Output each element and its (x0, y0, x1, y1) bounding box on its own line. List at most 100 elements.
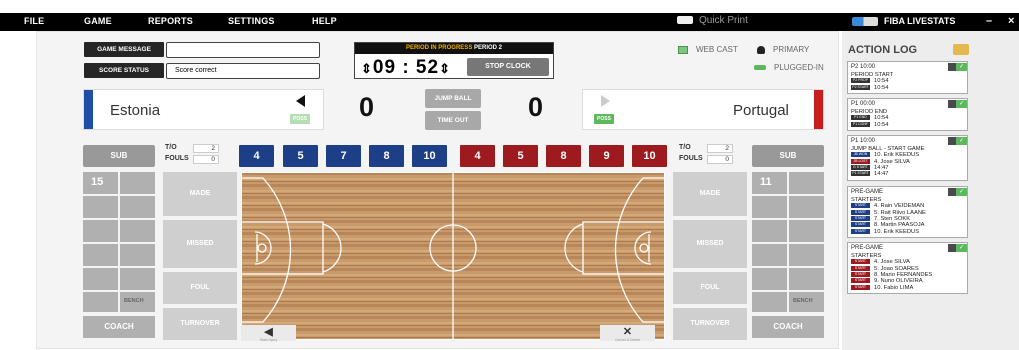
home-foul-button[interactable]: FOUL (163, 272, 237, 304)
away-sub-button[interactable]: SUB (752, 145, 824, 167)
jump-ball-button[interactable]: JUMP BALL (425, 89, 481, 108)
menu-help[interactable]: HELP (312, 16, 337, 26)
log-line-text: 10:54 (874, 78, 889, 85)
bench-slot[interactable] (83, 268, 118, 290)
away-missed-button[interactable]: MISSED (673, 220, 747, 268)
quick-print-label: Quick Print (699, 15, 748, 26)
away-fouls-value[interactable]: 0 (707, 155, 733, 164)
log-card[interactable]: PRE-GAME ✓ STARTERS START 4. Rain VEIDEMAN ST… (847, 186, 968, 238)
home-possession-arrow-icon[interactable] (296, 95, 305, 107)
away-coach-button[interactable]: COACH (752, 316, 824, 338)
bench-slot[interactable] (83, 196, 118, 218)
log-line-text: 14:47 (874, 171, 889, 178)
log-line-text: 10:54 (874, 84, 889, 91)
bench-slot[interactable] (120, 172, 155, 194)
close-button[interactable]: × (1008, 15, 1014, 27)
menu-game[interactable]: GAME (84, 16, 112, 26)
log-line-text: PERIOD START (851, 72, 894, 78)
log-line: P1 CONF 10:54 (851, 121, 889, 129)
away-to-value[interactable]: 2 (707, 144, 733, 153)
log-toggle-button[interactable] (953, 44, 969, 55)
log-card[interactable]: P1 10:00 ✓ JUMP BALL - START GAME JB WON 10.… (847, 135, 968, 181)
log-line-text: 14:47 (874, 164, 889, 171)
period-bar: PERIOD IN PROGRESS PERIOD 2 (355, 43, 553, 54)
log-tag: G START (851, 164, 870, 170)
log-tag: START (851, 215, 870, 221)
bench-slot[interactable] (789, 244, 824, 266)
away-made-button[interactable]: MADE (673, 172, 747, 216)
away-player-button[interactable]: 9 (589, 145, 624, 167)
home-player-button[interactable]: 7 (326, 145, 361, 167)
away-player-button[interactable]: 10 (632, 145, 667, 167)
away-player-button[interactable]: 4 (460, 145, 495, 167)
game-message-input[interactable] (166, 42, 320, 58)
away-possession-arrow-icon[interactable] (601, 95, 610, 107)
away-player-button[interactable]: 5 (503, 145, 538, 167)
bench-slot[interactable] (120, 220, 155, 242)
time-out-button[interactable]: TIME OUT (425, 111, 481, 130)
log-card[interactable]: PRE-GAME ✓ STARTERS START 4. Jose SILVA START… (847, 242, 968, 294)
stop-clock-button[interactable]: STOP CLOCK (467, 58, 549, 76)
away-turnover-button[interactable]: TURNOVER (673, 308, 747, 340)
bench-label: BENCH (124, 298, 144, 304)
bench-slot[interactable] (752, 196, 787, 218)
menu-reports[interactable]: REPORTS (148, 16, 193, 26)
home-sub-button[interactable]: SUB (83, 145, 155, 167)
stats-injury-button[interactable]: ◀ Stats Injury (241, 325, 296, 342)
bench-slot[interactable] (789, 220, 824, 242)
home-fouls-value[interactable]: 0 (193, 155, 219, 164)
home-to-value[interactable]: 2 (193, 144, 219, 153)
away-team-name: Portugal (733, 102, 789, 119)
confirm-check-icon[interactable]: ✓ (956, 63, 967, 71)
home-poss-button[interactable]: POSS (290, 114, 310, 124)
confirm-check-icon[interactable]: ✓ (956, 137, 967, 145)
log-card[interactable]: P1 00:00 ✓ PERIOD END P1 END 10:54 P1 CONF 10:… (847, 98, 968, 131)
home-coach-button[interactable]: COACH (83, 316, 155, 338)
away-team-bar: Portugal (582, 89, 824, 130)
log-line-text: STARTERS (851, 197, 882, 203)
log-card[interactable]: P2 10:00 ✓ PERIOD START P2 PROP 10:54 P2 STAR… (847, 61, 968, 94)
score-status-input[interactable]: Score correct (166, 63, 320, 79)
basketball-court[interactable] (241, 172, 665, 340)
clock-adjust-left-icon[interactable]: ⇕ (361, 61, 373, 76)
bench-slot[interactable] (752, 292, 787, 312)
clock-adjust-right-icon[interactable]: ⇕ (439, 61, 451, 76)
home-player-button[interactable]: 10 (412, 145, 447, 167)
bench-slot[interactable] (120, 244, 155, 266)
bench-slot[interactable] (83, 220, 118, 242)
cancel-delete-button[interactable]: ✕ Cancel & Delete (600, 325, 655, 342)
menu-file[interactable]: FILE (24, 16, 44, 26)
menu-settings[interactable]: SETTINGS (228, 16, 275, 26)
away-fouls-label: FOULS (679, 155, 703, 162)
away-to-fouls: T/O 2 FOULS 0 (677, 144, 735, 164)
bench-slot[interactable] (789, 172, 824, 194)
bench-slot[interactable] (83, 244, 118, 266)
confirm-check-icon[interactable]: ✓ (956, 100, 967, 108)
minimize-button[interactable]: – (986, 15, 992, 27)
confirm-check-icon[interactable]: ✓ (956, 244, 967, 252)
quick-print-button[interactable]: Quick Print (677, 15, 748, 26)
home-missed-button[interactable]: MISSED (163, 220, 237, 268)
bench-slot[interactable] (789, 196, 824, 218)
home-turnover-button[interactable]: TURNOVER (163, 308, 237, 340)
bench-slot[interactable] (752, 244, 787, 266)
confirm-check-icon[interactable]: ✓ (956, 188, 967, 196)
bench-slot[interactable] (789, 268, 824, 290)
plug-icon (754, 65, 766, 71)
home-score: 0 (359, 92, 375, 122)
away-player-button[interactable]: 8 (546, 145, 581, 167)
bench-slot[interactable] (120, 268, 155, 290)
away-foul-button[interactable]: FOUL (673, 272, 747, 304)
log-tag: P1 END (851, 115, 870, 121)
home-player-button[interactable]: 5 (283, 145, 318, 167)
bench-slot[interactable] (752, 268, 787, 290)
bench-slot[interactable] (120, 196, 155, 218)
game-clock[interactable]: ⇕09 : 52⇕ (361, 57, 451, 79)
bench-slot[interactable] (83, 292, 118, 312)
home-player-button[interactable]: 4 (239, 145, 274, 167)
primary-label: PRIMARY (773, 45, 810, 54)
home-made-button[interactable]: MADE (163, 172, 237, 216)
bench-slot[interactable] (752, 220, 787, 242)
away-poss-button[interactable]: POSS (594, 114, 614, 124)
home-player-button[interactable]: 8 (369, 145, 404, 167)
